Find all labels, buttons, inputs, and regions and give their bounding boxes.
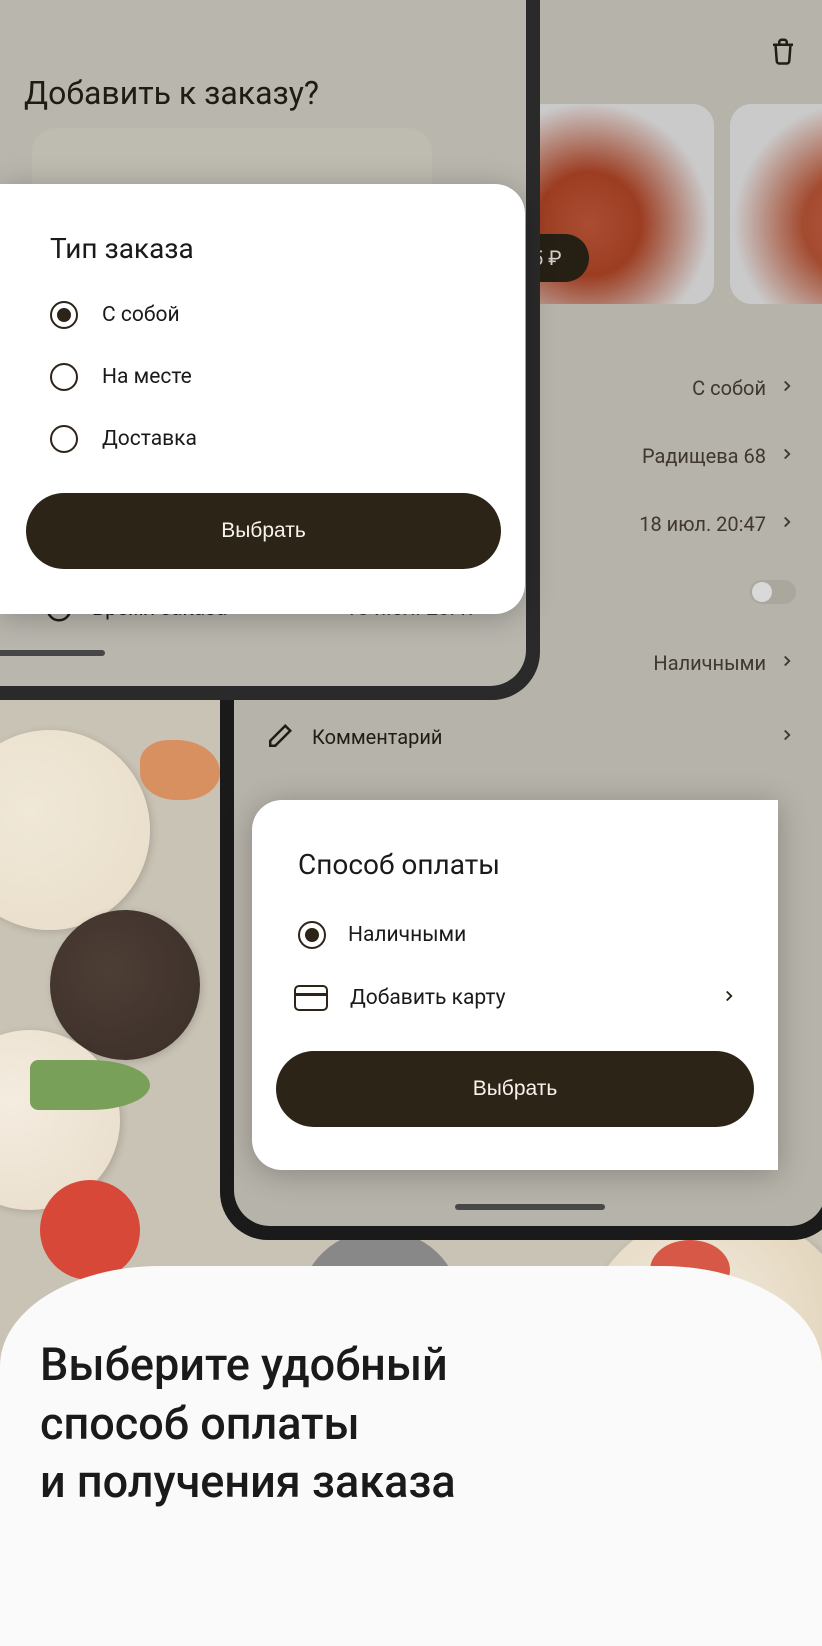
suggestion-card[interactable] [730, 104, 822, 304]
add-card-label: Добавить карту [350, 986, 698, 1010]
add-to-order-heading: Добавить к заказу? [24, 74, 319, 112]
select-button[interactable]: Выбрать [276, 1051, 754, 1127]
toggle-switch[interactable] [750, 580, 796, 604]
chevron-right-icon [778, 725, 796, 749]
radio-selected-icon [50, 301, 78, 329]
modal-title: Способ оплаты [298, 848, 778, 881]
home-indicator [0, 650, 105, 656]
modal-title: Тип заказа [50, 232, 497, 265]
pencil-icon [264, 722, 294, 752]
add-card-row[interactable]: Добавить карту [298, 985, 778, 1011]
chevron-right-icon [778, 512, 796, 536]
marketing-caption: Выберите удобный способ оплаты и получен… [0, 1266, 822, 1646]
radio-unselected-icon [50, 425, 78, 453]
order-type-modal: Тип заказа С собой На месте Доставка Выб… [0, 184, 525, 614]
row-value: Радищева 68 [642, 444, 766, 468]
radio-selected-icon [298, 921, 326, 949]
row-value: 18 июл. 20:47 [639, 512, 766, 536]
comment-row[interactable]: Комментарий [264, 700, 796, 774]
radio-takeaway[interactable]: С собой [50, 301, 497, 329]
radio-label: Доставка [102, 427, 197, 451]
home-indicator [455, 1204, 605, 1210]
chevron-right-icon [778, 444, 796, 468]
card-icon [294, 985, 328, 1011]
row-label: Комментарий [312, 725, 442, 749]
caption-line: и получения заказа [40, 1453, 782, 1512]
caption-line: способ оплаты [40, 1395, 782, 1454]
payment-method-modal: Способ оплаты Наличными Добавить карту В… [252, 800, 778, 1170]
radio-unselected-icon [50, 363, 78, 391]
radio-label: С собой [102, 303, 180, 327]
chevron-right-icon [778, 376, 796, 400]
chevron-right-icon [720, 987, 738, 1009]
radio-label: На месте [102, 365, 192, 389]
row-value: Наличными [653, 651, 766, 675]
radio-dinein[interactable]: На месте [50, 363, 497, 391]
chevron-right-icon [778, 651, 796, 675]
select-button[interactable]: Выбрать [26, 493, 501, 569]
radio-cash[interactable]: Наличными [298, 921, 778, 949]
trash-icon[interactable] [768, 53, 798, 72]
row-value: С собой [692, 376, 766, 400]
caption-line: Выберите удобный [40, 1336, 782, 1395]
radio-delivery[interactable]: Доставка [50, 425, 497, 453]
radio-label: Наличными [348, 923, 778, 947]
